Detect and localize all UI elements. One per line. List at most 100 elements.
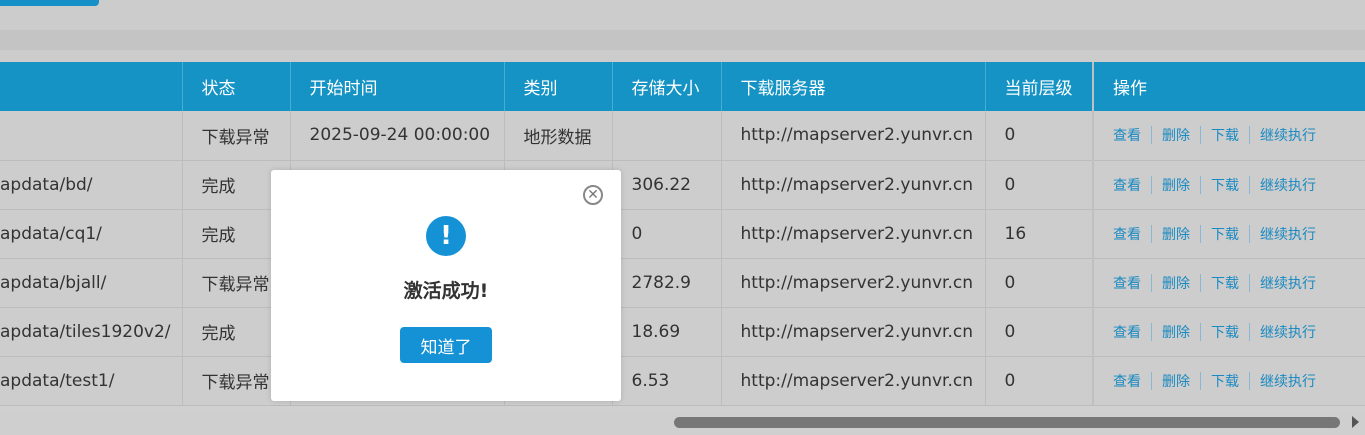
download-link[interactable]: 下载	[1211, 276, 1239, 292]
action-separator	[1200, 322, 1201, 341]
cell-level: 0	[985, 258, 1094, 308]
action-separator	[1249, 126, 1250, 145]
continue-link[interactable]: 继续执行	[1260, 227, 1316, 243]
download-link[interactable]: 下载	[1211, 374, 1239, 390]
cell-start-time: 2025-09-24 00:00:00	[290, 111, 505, 161]
continue-link[interactable]: 继续执行	[1260, 276, 1316, 292]
cell-size	[612, 111, 722, 161]
action-separator	[1151, 371, 1152, 390]
top-action-button[interactable]	[0, 0, 99, 6]
info-exclamation-icon: !	[426, 216, 466, 256]
download-link[interactable]: 下载	[1211, 325, 1239, 341]
cell-level: 0	[985, 356, 1094, 406]
cell-path: apdata/tiles1920v2/	[0, 307, 183, 357]
cell-size: 6.53	[612, 356, 722, 406]
download-link[interactable]: 下载	[1211, 227, 1239, 243]
action-separator	[1200, 273, 1201, 292]
action-separator	[1249, 322, 1250, 341]
cell-actions: 查看 删除 下载 继续执行	[1092, 160, 1365, 210]
delete-link[interactable]: 删除	[1162, 276, 1190, 292]
continue-link[interactable]: 继续执行	[1260, 178, 1316, 194]
cell-category: 地形数据	[504, 111, 613, 161]
cell-level: 16	[985, 209, 1094, 259]
delete-link[interactable]: 删除	[1162, 325, 1190, 341]
continue-link[interactable]: 继续执行	[1260, 374, 1316, 390]
cell-path: apdata/test1/	[0, 356, 183, 406]
action-separator	[1249, 371, 1250, 390]
action-separator	[1200, 126, 1201, 145]
view-link[interactable]: 查看	[1113, 227, 1141, 243]
ok-button[interactable]: 知道了	[400, 327, 492, 363]
scroll-right-arrow-icon[interactable]	[1352, 416, 1359, 428]
action-separator	[1249, 224, 1250, 243]
table-row: apdata/bd/完成 306.22 http://mapserver2.yunv…	[0, 160, 1365, 210]
dialog-message: 激活成功!	[403, 280, 489, 302]
cell-level: 0	[985, 160, 1094, 210]
col-header-actions: 操作	[1092, 62, 1365, 111]
action-separator	[1151, 126, 1152, 145]
col-header-level: 当前层级	[985, 62, 1094, 111]
download-link[interactable]: 下载	[1211, 178, 1239, 194]
view-link[interactable]: 查看	[1113, 374, 1141, 390]
view-link[interactable]: 查看	[1113, 276, 1141, 292]
action-separator	[1249, 273, 1250, 292]
cell-path: apdata/bjall/	[0, 258, 183, 308]
table-row: 下载异常 2025-09-24 00:00:00 地形数据 http://mapser…	[0, 111, 1365, 161]
action-separator	[1200, 224, 1201, 243]
cell-size: 0	[612, 209, 722, 259]
delete-link[interactable]: 删除	[1162, 178, 1190, 194]
action-separator	[1249, 175, 1250, 194]
table-row: apdata/tiles1920v2/完成 18.69 http://mapserv…	[0, 307, 1365, 357]
toolbar-band	[0, 30, 1365, 50]
view-link[interactable]: 查看	[1113, 325, 1141, 341]
cell-status: 下载异常	[182, 111, 291, 161]
cell-path	[0, 111, 183, 161]
col-header-path	[0, 62, 183, 111]
col-header-size: 存储大小	[612, 62, 722, 111]
table-header-row: 状态 开始时间 类别 存储大小 下载服务器 当前层级 操作	[0, 62, 1365, 111]
action-separator	[1151, 322, 1152, 341]
cell-actions: 查看 删除 下载 继续执行	[1092, 356, 1365, 406]
view-link[interactable]: 查看	[1113, 178, 1141, 194]
col-header-status: 状态	[182, 62, 291, 111]
cell-actions: 查看 删除 下载 继续执行	[1092, 258, 1365, 308]
scrollbar-thumb[interactable]	[674, 417, 1340, 428]
action-separator	[1200, 371, 1201, 390]
cell-level: 0	[985, 111, 1094, 161]
action-separator	[1200, 175, 1201, 194]
cell-server: http://mapserver2.yunvr.cn	[721, 258, 986, 308]
cell-path: apdata/bd/	[0, 160, 183, 210]
gap-band	[0, 50, 1365, 62]
close-icon[interactable]: ✕	[583, 185, 603, 205]
delete-link[interactable]: 删除	[1162, 128, 1190, 144]
action-separator	[1151, 175, 1152, 194]
cell-server: http://mapserver2.yunvr.cn	[721, 209, 986, 259]
table-row: apdata/cq1/完成 0 http://mapserver2.yunvr.cn…	[0, 209, 1365, 259]
cell-server: http://mapserver2.yunvr.cn	[721, 111, 986, 161]
cell-path: apdata/cq1/	[0, 209, 183, 259]
action-separator	[1151, 273, 1152, 292]
col-header-category: 类别	[504, 62, 613, 111]
col-header-server: 下载服务器	[721, 62, 986, 111]
delete-link[interactable]: 删除	[1162, 227, 1190, 243]
delete-link[interactable]: 删除	[1162, 374, 1190, 390]
continue-link[interactable]: 继续执行	[1260, 325, 1316, 341]
top-strip	[0, 0, 1365, 30]
view-link[interactable]: 查看	[1113, 128, 1141, 144]
action-separator	[1151, 224, 1152, 243]
download-link[interactable]: 下载	[1211, 128, 1239, 144]
cell-level: 0	[985, 307, 1094, 357]
horizontal-scrollbar[interactable]	[0, 412, 1365, 435]
continue-link[interactable]: 继续执行	[1260, 128, 1316, 144]
task-table: 状态 开始时间 类别 存储大小 下载服务器 当前层级 操作 下载异常 2025-0…	[0, 62, 1365, 406]
cell-size: 18.69	[612, 307, 722, 357]
success-dialog: ✕ ! 激活成功! 知道了	[271, 170, 621, 401]
cell-actions: 查看 删除 下载 继续执行	[1092, 111, 1365, 161]
table-row: apdata/test1/下载异常 6.53 http://mapserver2.y…	[0, 356, 1365, 406]
cell-actions: 查看 删除 下载 继续执行	[1092, 209, 1365, 259]
cell-server: http://mapserver2.yunvr.cn	[721, 307, 986, 357]
cell-server: http://mapserver2.yunvr.cn	[721, 160, 986, 210]
cell-server: http://mapserver2.yunvr.cn	[721, 356, 986, 406]
col-header-start-time: 开始时间	[290, 62, 505, 111]
cell-size: 306.22	[612, 160, 722, 210]
